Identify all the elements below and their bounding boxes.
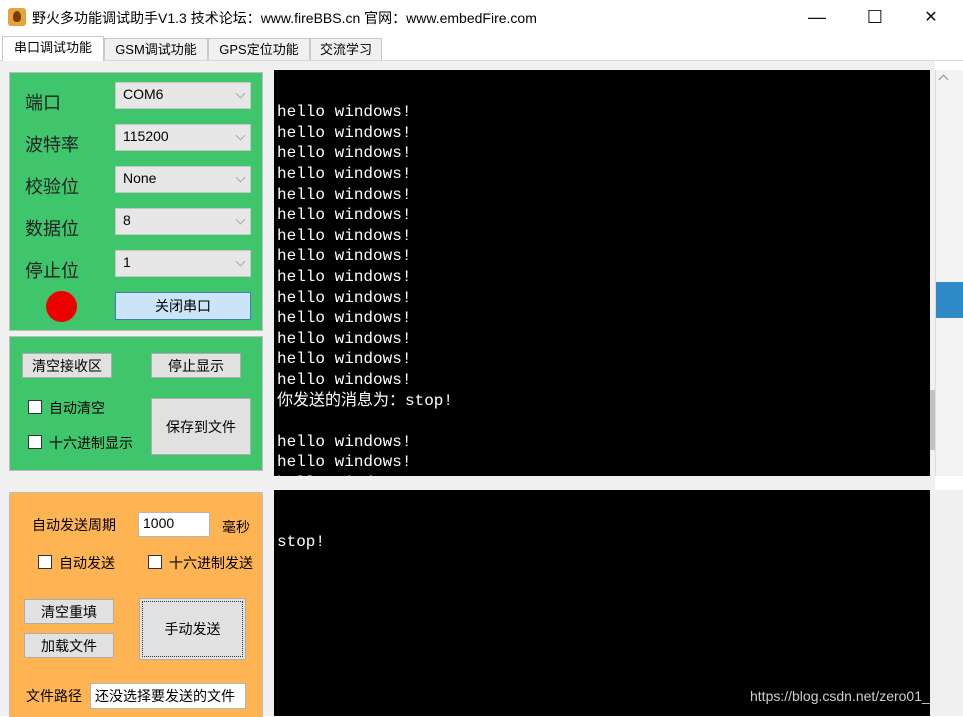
app-icon xyxy=(8,8,26,26)
port-value: COM6 xyxy=(123,86,164,102)
hex-display-label: 十六进制显示 xyxy=(49,435,133,451)
port-status-indicator xyxy=(46,291,77,322)
baud-label: 波特率 xyxy=(25,135,79,155)
chevron-down-icon xyxy=(235,256,246,267)
send-scrollbar xyxy=(930,490,963,716)
file-path-label: 文件路径 xyxy=(26,688,82,704)
stopbits-value: 1 xyxy=(123,254,131,270)
auto-send-label: 自动发送 xyxy=(59,555,115,571)
send-period-label: 自动发送周期 xyxy=(32,517,116,533)
tab-gsm[interactable]: GSM调试功能 xyxy=(104,38,208,60)
tab-serial[interactable]: 串口调试功能 xyxy=(2,36,104,61)
manual-send-button[interactable]: 手动发送 xyxy=(139,598,246,660)
send-period-unit: 毫秒 xyxy=(222,519,250,535)
load-file-button[interactable]: 加载文件 xyxy=(24,633,114,658)
port-label: 端口 xyxy=(25,93,61,113)
hex-send-checkbox[interactable] xyxy=(148,555,162,569)
clear-receive-button[interactable]: 清空接收区 xyxy=(22,353,112,378)
close-button[interactable]: ✕ xyxy=(908,0,954,34)
auto-clear-label: 自动清空 xyxy=(49,400,105,416)
databits-value: 8 xyxy=(123,212,131,228)
tab-strip: 串口调试功能 GSM调试功能 GPS定位功能 交流学习 xyxy=(0,36,963,61)
hex-send-label: 十六进制发送 xyxy=(169,555,253,571)
scroll-track-right xyxy=(935,70,963,476)
databits-select[interactable]: 8 xyxy=(115,208,251,235)
window-title: 野火多功能调试助手V1.3 技术论坛：www.fireBBS.cn 官网：www… xyxy=(32,10,537,26)
title-bar: 野火多功能调试助手V1.3 技术论坛：www.fireBBS.cn 官网：www… xyxy=(0,0,963,36)
clear-refill-button[interactable]: 清空重填 xyxy=(24,599,114,624)
parity-label: 校验位 xyxy=(25,177,79,197)
receive-options-panel: 清空接收区 停止显示 自动清空 十六进制显示 保存到文件 xyxy=(9,336,263,471)
minimize-button[interactable]: — xyxy=(794,0,840,34)
chevron-down-icon xyxy=(235,172,246,183)
send-text: stop! xyxy=(277,533,326,552)
file-path-input[interactable]: 还没选择要发送的文件 xyxy=(90,683,246,709)
save-to-file-button[interactable]: 保存到文件 xyxy=(151,398,251,455)
tab-gps[interactable]: GPS定位功能 xyxy=(208,38,310,60)
send-period-input[interactable]: 1000 xyxy=(138,512,210,537)
receive-textarea[interactable]: hello windows! hello windows! hello wind… xyxy=(274,70,930,476)
watermark-text: https://blog.csdn.net/zero01_ xyxy=(750,688,930,704)
baud-select[interactable]: 115200 xyxy=(115,124,251,151)
background-window-thumbnail xyxy=(936,282,963,318)
auto-send-checkbox[interactable] xyxy=(38,555,52,569)
close-port-button[interactable]: 关闭串口 xyxy=(115,292,251,320)
maximize-button[interactable]: ☐ xyxy=(852,0,898,34)
send-options-panel: 自动发送周期 1000 毫秒 自动发送 十六进制发送 清空重填 加载文件 手动发… xyxy=(9,492,263,717)
hex-display-checkbox[interactable] xyxy=(28,435,42,449)
chevron-down-icon xyxy=(235,88,246,99)
receive-text: hello windows! hello windows! hello wind… xyxy=(277,103,454,476)
stopbits-label: 停止位 xyxy=(25,261,79,281)
chevron-down-icon xyxy=(235,214,246,225)
parity-select[interactable]: None xyxy=(115,166,251,193)
baud-value: 115200 xyxy=(123,128,169,144)
auto-clear-checkbox[interactable] xyxy=(28,400,42,414)
chevron-down-icon xyxy=(235,130,246,141)
serial-settings-panel: 端口 COM6 波特率 115200 校验位 None 数据位 8 停止位 1 … xyxy=(9,72,263,331)
scroll-up-icon[interactable] xyxy=(938,74,949,85)
databits-label: 数据位 xyxy=(25,219,79,239)
stop-display-button[interactable]: 停止显示 xyxy=(151,353,241,378)
port-select[interactable]: COM6 xyxy=(115,82,251,109)
stopbits-select[interactable]: 1 xyxy=(115,250,251,277)
tab-community[interactable]: 交流学习 xyxy=(310,38,382,60)
parity-value: None xyxy=(123,170,157,186)
send-textarea[interactable]: stop! xyxy=(274,490,930,716)
